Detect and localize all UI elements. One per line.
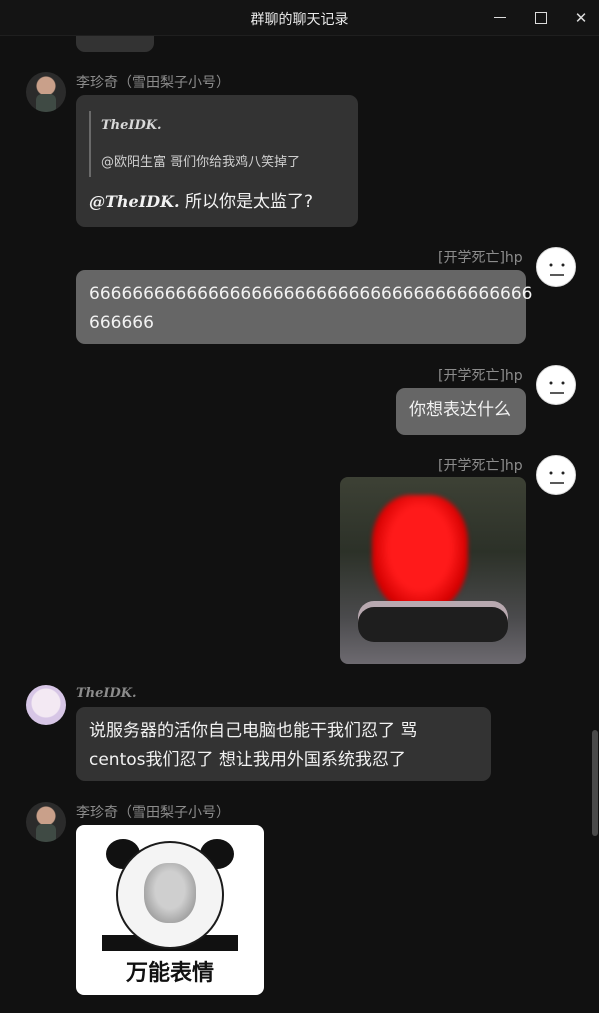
neutral-face-icon — [549, 263, 565, 276]
avatar[interactable] — [26, 802, 66, 842]
message-line: 说服务器的活你自己电脑也能干我们忍了 骂 — [89, 721, 418, 741]
minimize-icon — [494, 17, 506, 18]
quote-author: TheIDK. — [101, 118, 162, 133]
sticker-face — [144, 863, 196, 923]
close-icon: ✕ — [574, 8, 588, 27]
message-text: 你想表达什么 — [409, 400, 511, 420]
sender-name: [开学死亡]hp — [438, 368, 523, 384]
avatar[interactable] — [26, 685, 66, 725]
avatar[interactable] — [536, 455, 576, 495]
neutral-face-icon — [549, 471, 565, 484]
message-bubble[interactable]: 说服务器的活你自己电脑也能干我们忍了 骂 centos我们忍了 想让我用外国系统… — [76, 707, 491, 781]
sender-name: 李珍奇（雪田梨子小号） — [76, 805, 230, 821]
message-body: 所以你是太监了? — [179, 192, 313, 212]
image-detail — [358, 607, 508, 642]
neutral-face-icon — [549, 381, 565, 394]
mention[interactable]: @TheIDK. — [89, 192, 180, 211]
message-line: 6666666666666666666666666666666666666666… — [89, 284, 533, 304]
sender-name: [开学死亡]hp — [438, 458, 523, 474]
minimize-button[interactable] — [480, 0, 520, 35]
sender-name: 李珍奇（雪田梨子小号） — [76, 75, 230, 91]
maximize-icon — [535, 11, 547, 24]
image-message[interactable] — [340, 477, 526, 664]
avatar[interactable] — [536, 247, 576, 287]
sticker-caption: 万能表情 — [125, 961, 214, 986]
avatar[interactable] — [536, 365, 576, 405]
scrollbar-thumb[interactable] — [592, 730, 598, 836]
avatar[interactable] — [26, 72, 66, 112]
message-bubble[interactable]: 你想表达什么 — [396, 388, 526, 435]
sender-name: TheIDK. — [76, 686, 137, 701]
message-text: @TheIDK. 所以你是太监了? — [89, 187, 313, 217]
reply-quote[interactable]: TheIDK. @欧阳生富 哥们你给我鸡八笑掉了 — [89, 111, 300, 177]
red-face-image — [372, 495, 468, 613]
close-button[interactable]: ✕ — [561, 0, 599, 35]
sender-name: [开学死亡]hp — [438, 250, 523, 266]
quote-text: @欧阳生富 哥们你给我鸡八笑掉了 — [101, 155, 301, 170]
title-bar: 群聊的聊天记录 ✕ — [0, 0, 599, 36]
message-line: centos我们忍了 想让我用外国系统我忍了 — [89, 750, 406, 770]
maximize-button[interactable] — [521, 0, 561, 35]
message-bubble[interactable]: TheIDK. @欧阳生富 哥们你给我鸡八笑掉了 @TheIDK. 所以你是太监… — [76, 95, 358, 227]
message-bubble-partial — [76, 36, 154, 52]
sticker-message[interactable]: 万能表情 — [76, 825, 264, 995]
message-bubble[interactable]: 6666666666666666666666666666666666666666… — [76, 270, 533, 344]
message-line: 666666 — [89, 313, 154, 333]
chat-history[interactable]: 李珍奇（雪田梨子小号） TheIDK. @欧阳生富 哥们你给我鸡八笑掉了 @Th… — [0, 36, 590, 1013]
